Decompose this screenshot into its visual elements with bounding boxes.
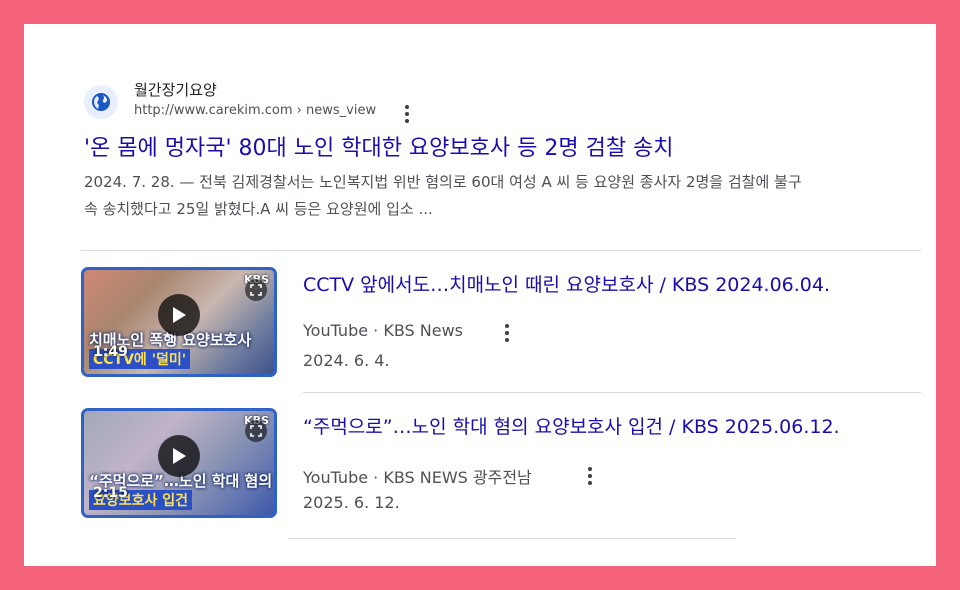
site-url: http://www.carekim.com › news_view: [134, 103, 377, 118]
more-options-icon[interactable]: [500, 323, 514, 343]
divider: [81, 250, 921, 251]
search-results-card: 월간장기요양 http://www.carekim.com › news_vie…: [24, 24, 936, 566]
result-title-link[interactable]: '온 몸에 멍자국' 80대 노인 학대한 요양보호사 등 2명 검찰 송치: [84, 130, 674, 162]
video-source: YouTube · KBS NEWS 광주전남: [303, 468, 532, 487]
video-title-link[interactable]: “주먹으로”…노인 학대 혐의 요양보호사 입건 / KBS 2025.06.1…: [303, 412, 840, 439]
result-snippet: 2024. 7. 28. — 전북 김제경찰서는 노인복지법 위반 혐의로 60…: [84, 169, 904, 223]
globe-icon: [84, 85, 118, 119]
video-source: YouTube · KBS News: [303, 321, 463, 340]
more-options-icon[interactable]: [583, 466, 597, 486]
thumbnail-frame: [81, 408, 277, 518]
video-title-link[interactable]: CCTV 앞에서도…치매노인 때린 요양보호사 / KBS 2024.06.04…: [303, 270, 830, 297]
divider: [288, 538, 736, 539]
more-options-icon[interactable]: [400, 104, 414, 124]
video-date: 2024. 6. 4.: [303, 351, 390, 370]
video-thumbnail[interactable]: KBS 치매노인 폭행 요양보호사 CCTV에 '덜미' 1:49: [81, 267, 277, 377]
video-thumbnail[interactable]: KBS “주먹으로”…노인 학대 혐의 요양보호사 입건 2:15: [81, 408, 277, 518]
divider: [303, 392, 921, 393]
site-name: 월간장기요양: [134, 81, 217, 99]
video-date: 2025. 6. 12.: [303, 493, 400, 512]
snippet-line: 속 송치했다고 25일 밝혔다.A 씨 등은 요양원에 입소 ...: [84, 200, 433, 218]
snippet-line: 2024. 7. 28. — 전북 김제경찰서는 노인복지법 위반 혐의로 60…: [84, 173, 802, 191]
thumbnail-frame: [81, 267, 277, 377]
